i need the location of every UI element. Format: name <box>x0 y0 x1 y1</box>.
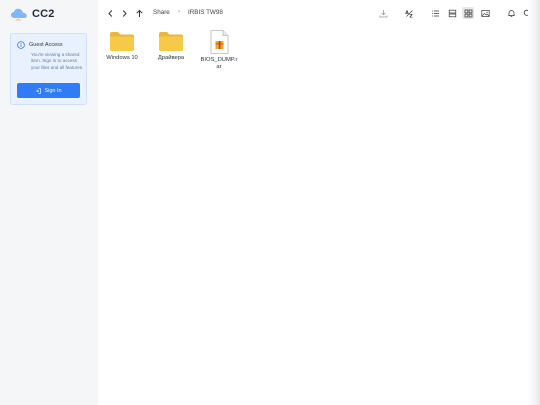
sort-button[interactable]: A Z <box>403 7 415 19</box>
list-view-button[interactable] <box>429 7 441 19</box>
detail-view-button[interactable] <box>446 7 458 19</box>
grid-view-icon <box>464 9 472 17</box>
up-button[interactable] <box>133 7 145 19</box>
image-icon <box>480 9 490 17</box>
sidebar: CC2 Guest Access You're viewing a shared… <box>0 0 98 405</box>
list-view-icon <box>431 10 439 16</box>
main-panel: Share › IRBIS TW98 A Z Windows 10 Драйве… <box>98 0 531 405</box>
window-edge-shadow <box>528 0 540 405</box>
rows-view-icon <box>448 9 456 17</box>
file-item-archive[interactable]: BIOS_DUMP.rar <box>199 30 239 72</box>
brand[interactable]: CC2 <box>10 7 55 21</box>
sort-az-icon: A Z <box>405 10 413 18</box>
folder-icon <box>159 32 183 51</box>
grid-view-button[interactable] <box>462 7 474 19</box>
sign-in-label: Sign In <box>44 87 62 94</box>
file-item-folder[interactable]: Windows 10 <box>102 30 142 62</box>
download-icon <box>379 9 387 17</box>
notifications-button[interactable] <box>505 7 517 19</box>
back-button[interactable] <box>104 7 116 19</box>
cloud-logo-icon <box>11 8 27 21</box>
guest-access-message: You're viewing a shared item. Sign in to… <box>31 52 84 70</box>
arrow-up-icon <box>135 9 143 17</box>
folder-icon <box>110 32 134 51</box>
download-button[interactable] <box>377 7 389 19</box>
gallery-view-button[interactable] <box>479 7 491 19</box>
forward-button[interactable] <box>118 7 130 19</box>
file-item-folder[interactable]: Драйвера <box>151 30 191 62</box>
chevron-left-icon <box>107 9 112 17</box>
app-name: CC2 <box>32 8 55 20</box>
chevron-right-icon <box>122 9 127 17</box>
guest-access-header: Guest Access <box>17 41 63 49</box>
file-name: Драйвера <box>157 55 185 61</box>
guest-access-card: Guest Access You're viewing a shared ite… <box>10 33 87 105</box>
file-name: Windows 10 <box>106 55 138 61</box>
file-name: BIOS_DUMP.rar <box>200 57 238 71</box>
sign-in-button[interactable]: Sign In <box>17 83 80 98</box>
toolbar: Share › IRBIS TW98 A Z <box>98 0 531 26</box>
archive-file-icon <box>210 30 229 54</box>
guest-access-title: Guest Access <box>29 42 63 48</box>
breadcrumb-separator: › <box>178 8 181 15</box>
svg-text:Z: Z <box>409 13 413 17</box>
sign-in-icon <box>36 87 42 94</box>
info-icon <box>17 41 25 49</box>
breadcrumb-root[interactable]: Share <box>153 9 170 16</box>
breadcrumb-current: IRBIS TW98 <box>188 9 223 16</box>
bell-icon <box>507 9 515 17</box>
